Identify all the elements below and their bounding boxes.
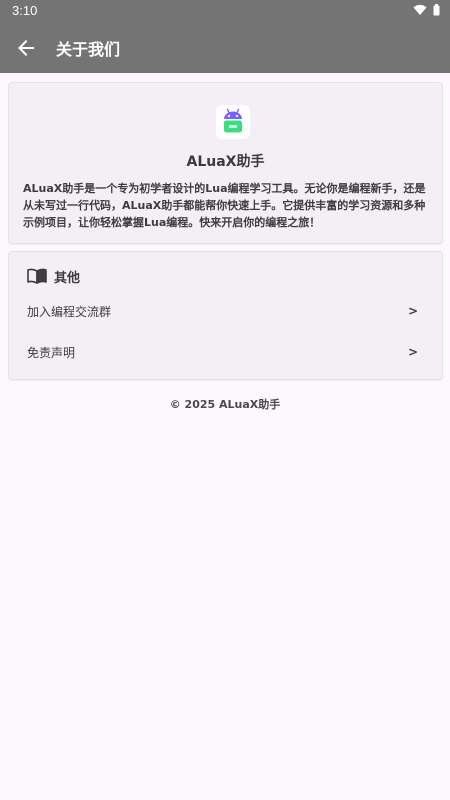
list-item-label: 免责声明 — [27, 345, 76, 360]
app-bar: 关于我们 — [0, 22, 450, 73]
book-icon — [27, 268, 47, 284]
app-name: ALuaX助手 — [186, 154, 265, 170]
android-robot-icon — [216, 105, 250, 139]
copyright-text: © 2025 ALuaX助手 — [169, 398, 281, 411]
disclaimer-item[interactable]: 免责声明 > — [9, 334, 442, 370]
app-description: ALuaX助手是一个专为初学者设计的Lua编程学习工具。无论你是编程新手，还是从… — [23, 182, 426, 229]
page-title: 关于我们 — [56, 40, 121, 59]
join-group-item[interactable]: 加入编程交流群 > — [9, 293, 442, 329]
status-bar: 3:10 — [0, 0, 450, 22]
chevron-right-icon: > — [407, 304, 418, 318]
other-card: 其他 加入编程交流群 > 免责声明 > — [8, 251, 443, 380]
section-title: 其他 — [54, 270, 81, 286]
status-time: 3:10 — [12, 3, 38, 18]
list-item-label: 加入编程交流群 — [27, 304, 112, 319]
section-header-other: 其他 — [27, 266, 80, 286]
arrow-back-icon[interactable] — [14, 36, 38, 60]
wifi-icon — [413, 4, 427, 15]
battery-icon — [433, 4, 440, 16]
chevron-right-icon: > — [407, 345, 418, 359]
about-card: ALuaX助手 ALuaX助手是一个专为初学者设计的Lua编程学习工具。无论你是… — [8, 82, 443, 244]
status-icons — [413, 4, 440, 16]
